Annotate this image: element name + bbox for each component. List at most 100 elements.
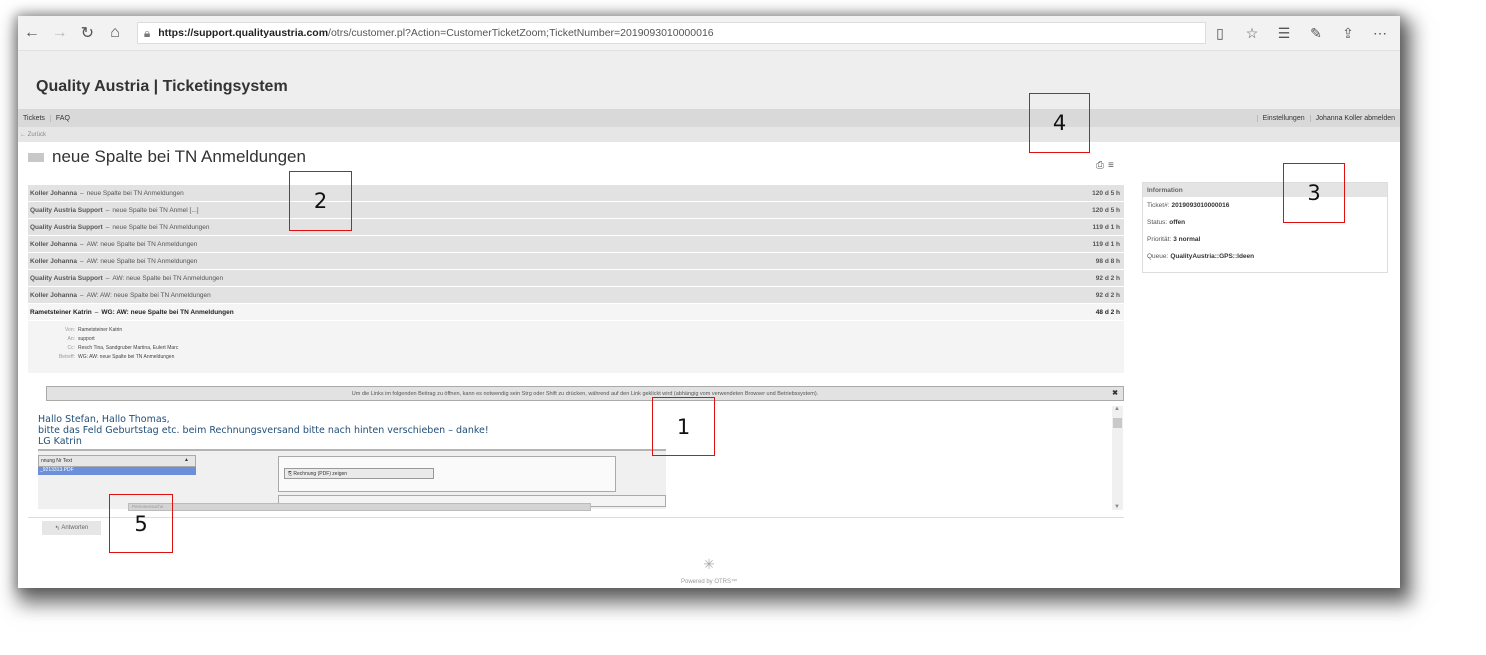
annotation-1: 1	[652, 397, 715, 456]
close-icon[interactable]: ✖	[1112, 389, 1118, 397]
article-list: Koller Johanna – neue Spalte bei TN Anmeld…	[28, 185, 1124, 321]
reading-view-icon[interactable]: ▯	[1206, 19, 1234, 47]
priority-marker	[28, 152, 44, 162]
share-icon[interactable]: ⇪	[1334, 19, 1362, 47]
article-sender: Quality Austria Support	[30, 206, 103, 214]
article-separator: –	[105, 274, 110, 282]
embedded-column-label: nnung Nr Text	[41, 458, 73, 464]
article-row[interactable]: Koller Johanna – neue Spalte bei TN Anmeld…	[28, 185, 1124, 202]
article-subject: neue Spalte bei TN Anmeldungen	[112, 223, 210, 231]
priority-label: Priorität:	[1147, 236, 1172, 243]
article-sender: Quality Austria Support	[30, 223, 103, 231]
print-icon[interactable]: ⎙	[1096, 160, 1104, 171]
back-link[interactable]: ← Zurück	[18, 127, 1400, 142]
embedded-selected-row: _9213313.PDF	[38, 467, 196, 475]
article-sender: Koller Johanna	[30, 240, 77, 248]
article-row[interactable]: Quality Austria Support – neue Spalte bei …	[28, 219, 1124, 236]
reply-button[interactable]: ↰ Antworten	[42, 521, 101, 535]
to-label: An:	[67, 335, 75, 342]
message-line: LG Katrin	[38, 436, 82, 447]
article-row[interactable]: Quality Austria Support – neue Spalte bei …	[28, 202, 1124, 219]
article-row[interactable]: Koller Johanna – AW: neue Spalte bei TN An…	[28, 253, 1124, 270]
cc-label: Cc:	[67, 344, 76, 351]
status-label: Status:	[1147, 219, 1168, 226]
message-body: Hallo Stefan, Hallo Thomas, bitte das Fe…	[28, 403, 1124, 518]
favorites-list-icon[interactable]: ☰	[1270, 19, 1298, 47]
favorite-star-icon[interactable]: ☆	[1238, 19, 1266, 47]
address-bar[interactable]: 🔒︎ https://support.qualityaustria.com/ot…	[136, 22, 1207, 44]
embedded-search: Personensuche	[128, 503, 591, 511]
article-subject: AW: neue Spalte bei TN Anmeldungen	[112, 274, 224, 282]
article-row[interactable]: Koller Johanna – AW: neue Spalte bei TN An…	[28, 236, 1124, 253]
url-path: /otrs/customer.pl?Action=CustomerTicketZ…	[328, 27, 714, 39]
article-subject: AW: neue Spalte bei TN Anmeldungen	[86, 257, 198, 265]
cc-value: Resch Tina, Sandgruber Martina, Eulert M…	[78, 344, 179, 351]
embedded-button-label: Rechnung (PDF) zeigen	[293, 470, 348, 477]
queue-value: QualityAustria::GPS::Ideen	[1170, 253, 1255, 260]
menu-logout[interactable]: Johanna Koller abmelden	[1309, 114, 1400, 122]
scroll-up-icon[interactable]: ▲	[1114, 406, 1120, 412]
browser-window: ← → ↻ ⌂ 🔒︎ https://support.qualityaustri…	[18, 16, 1400, 588]
reply-button-label: Antworten	[61, 525, 89, 531]
main-menu: Tickets FAQ Einstellungen Johanna Koller…	[18, 109, 1400, 127]
article-separator: –	[79, 189, 84, 197]
pdf-icon: ⎘	[288, 470, 293, 477]
article-separator: –	[79, 291, 84, 299]
subject-label: Betreff:	[58, 353, 75, 360]
menu-tickets[interactable]: Tickets	[18, 114, 51, 122]
page-title: neue Spalte bei TN Anmeldungen	[52, 147, 306, 166]
article-separator: –	[79, 257, 84, 265]
article-separator: –	[94, 308, 99, 316]
embedded-button: ⎘ Rechnung (PDF) zeigen	[284, 468, 434, 479]
refresh-icon[interactable]: ↻	[73, 19, 101, 47]
scrollbar-thumb[interactable]	[1113, 418, 1122, 428]
article-subject: neue Spalte bei TN Anmel [...]	[112, 206, 199, 214]
article-age: 48 d 2 h	[1095, 308, 1120, 316]
queue-label: Queue:	[1147, 253, 1169, 260]
app-header: Quality Austria | Ticketingsystem	[18, 50, 1400, 109]
article-row[interactable]: Koller Johanna – AW: AW: neue Spalte bei T…	[28, 287, 1124, 304]
message-scrollbar[interactable]: ▲ ▼	[1112, 406, 1123, 510]
message-line: Hallo Stefan, Hallo Thomas,	[38, 414, 170, 425]
article-age: 119 d 1 h	[1092, 223, 1120, 231]
priority-value: 3 normal	[1173, 236, 1201, 243]
from-label: Von:	[64, 326, 75, 333]
article-sender: Quality Austria Support	[30, 274, 103, 282]
article-subject: AW: neue Spalte bei TN Anmeldungen	[86, 240, 198, 248]
ticket-number: 2019093010000016	[1171, 202, 1230, 209]
browser-toolbar: ← → ↻ ⌂ 🔒︎ https://support.qualityaustri…	[18, 16, 1400, 50]
information-heading: Information	[1143, 183, 1387, 197]
embedded-table-header: nnung Nr Text ▲	[38, 455, 196, 467]
annotation-3: 3	[1283, 163, 1345, 223]
back-icon[interactable]: ←	[18, 19, 46, 47]
article-row-active[interactable]: Rametsteiner Katrin – WG: AW: neue Spalte …	[28, 304, 1124, 321]
sort-arrow-icon: ▲	[184, 457, 189, 463]
article-subject: WG: AW: neue Spalte bei TN Anmeldungen	[101, 308, 234, 316]
home-icon[interactable]: ⌂	[101, 19, 129, 47]
article-header: Von: Rametsteiner Katrin An: support Cc: Re…	[28, 321, 1124, 373]
article-sender: Koller Johanna	[30, 189, 77, 197]
article-age: 98 d 8 h	[1095, 257, 1120, 265]
article-subject: neue Spalte bei TN Anmeldungen	[86, 189, 184, 197]
forward-icon[interactable]: →	[46, 19, 74, 47]
more-icon[interactable]: ⋯	[1366, 19, 1394, 47]
otrs-logo-icon: ✳	[703, 556, 715, 572]
pen-icon[interactable]: ✎	[1302, 19, 1330, 47]
annotation-4: 4	[1029, 93, 1090, 153]
article-row[interactable]: Quality Austria Support – AW: neue Spalte …	[28, 270, 1124, 287]
article-age: 120 d 5 h	[1092, 189, 1120, 197]
menu-icon[interactable]: ≡	[1108, 160, 1114, 171]
article-separator: –	[105, 223, 110, 231]
from-value: Rametsteiner Katrin	[78, 326, 123, 333]
menu-faq[interactable]: FAQ	[51, 115, 75, 122]
footer: ✳ Powered by OTRS™	[18, 556, 1400, 585]
scroll-down-icon[interactable]: ▼	[1114, 504, 1120, 510]
to-value: support	[78, 335, 95, 342]
status-value: offen	[1169, 219, 1186, 226]
menu-settings[interactable]: Einstellungen	[1256, 114, 1310, 122]
ticket-tools: ⎙ ≡	[1096, 160, 1114, 171]
link-notice-text: Um die Links im folgenden Beitrag zu öff…	[351, 390, 819, 397]
app-title: Quality Austria | Ticketingsystem	[36, 78, 288, 95]
article-age: 120 d 5 h	[1092, 206, 1120, 214]
article-sender: Koller Johanna	[30, 291, 77, 299]
